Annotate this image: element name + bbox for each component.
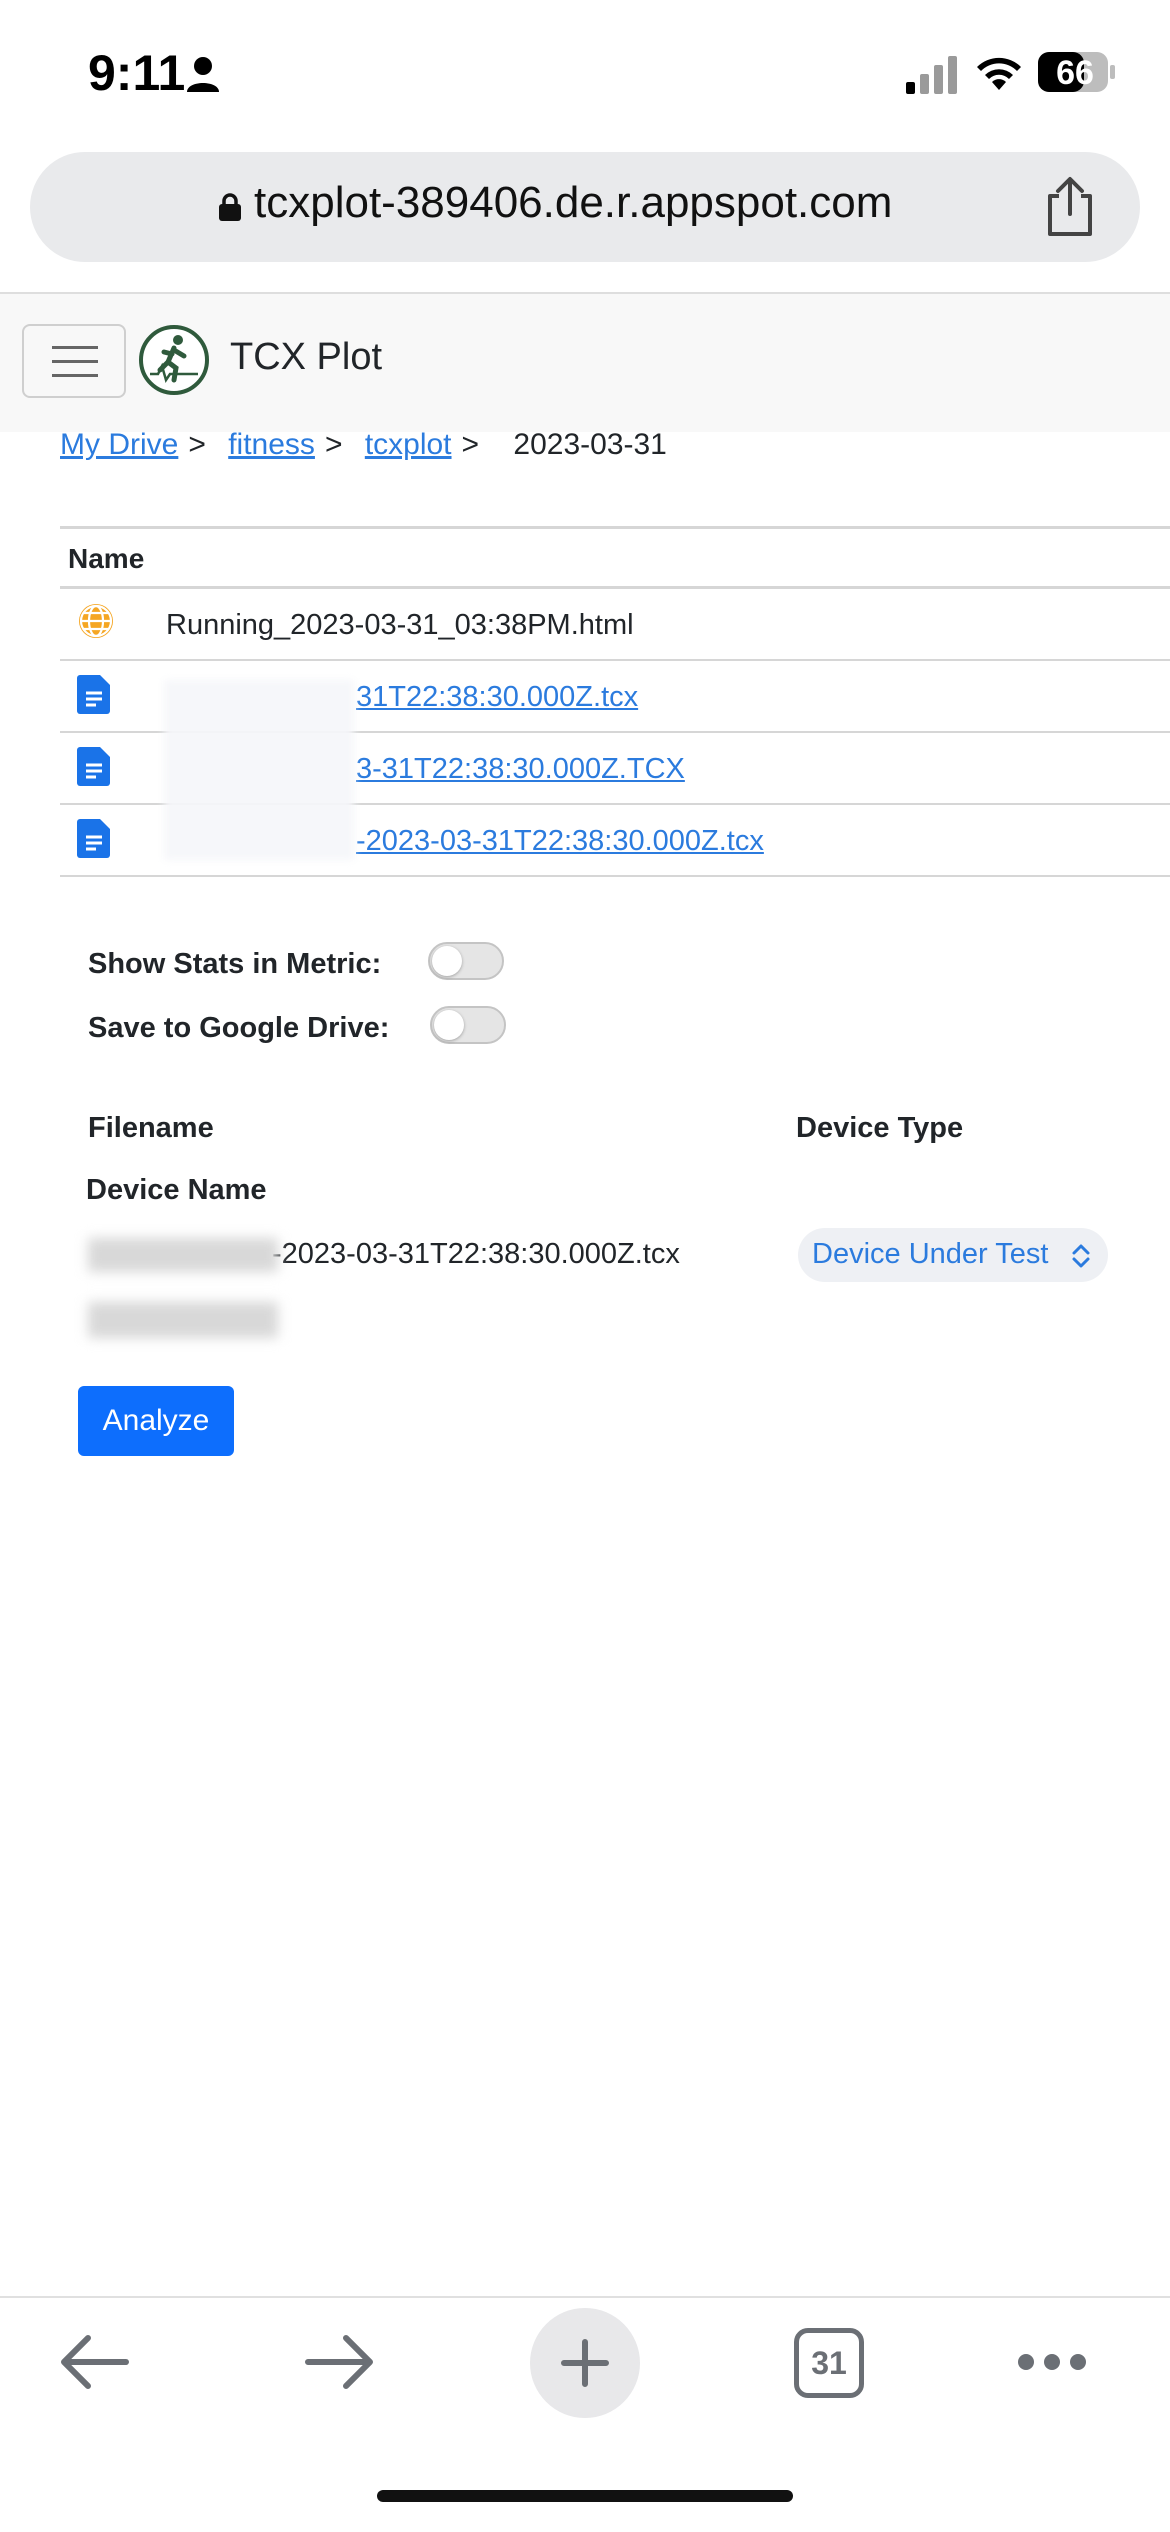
device-name-redacted (88, 1302, 278, 1338)
breadcrumb-separator: > (461, 428, 480, 461)
breadcrumb-separator: > (188, 428, 206, 461)
status-time: 9:11 (88, 45, 186, 101)
metric-label: Show Stats in Metric: (88, 948, 382, 980)
home-indicator (377, 2490, 793, 2502)
chevron-up-down-icon (1072, 1244, 1090, 1268)
document-icon (77, 747, 110, 786)
analyze-button[interactable]: Analyze (78, 1386, 234, 1456)
breadcrumb-current: 2023-03-31 (513, 428, 667, 461)
brand-title[interactable]: TCX Plot (230, 336, 382, 379)
name-column-header: Name (60, 529, 1170, 589)
person-icon (187, 57, 219, 92)
filename-header: Filename (88, 1112, 214, 1144)
globe-icon (79, 604, 113, 638)
document-icon (77, 675, 110, 714)
device-type-header: Device Type (796, 1112, 964, 1144)
metric-toggle[interactable] (428, 942, 504, 980)
cellular-signal-icon (906, 56, 957, 94)
back-arrow-icon[interactable] (58, 2334, 130, 2390)
breadcrumb-my-drive[interactable]: My Drive (60, 428, 178, 461)
status-bar: 9:11 66 (0, 0, 1170, 140)
runner-logo-icon[interactable] (138, 324, 210, 396)
redacted-text (88, 1238, 278, 1273)
breadcrumb-tcxplot[interactable]: tcxplot (365, 428, 452, 461)
file-row[interactable]: Running_2023-03-31_03:38PM.html (60, 589, 1170, 661)
lock-icon (219, 193, 241, 221)
breadcrumb: My Drive > fitness > tcxplot > 2023-03-31 (60, 428, 667, 462)
new-tab-plus-icon[interactable] (560, 2338, 610, 2388)
device-filename: -2023-03-31T22:38:30.000Z.tcx (88, 1238, 680, 1273)
drive-label: Save to Google Drive: (88, 1012, 390, 1044)
wifi-icon (977, 57, 1021, 90)
forward-arrow-icon[interactable] (304, 2334, 376, 2390)
share-icon[interactable] (1042, 176, 1098, 238)
toggle-knob (434, 1010, 464, 1040)
drive-toggle[interactable] (430, 1006, 506, 1044)
hamburger-menu-button[interactable] (22, 324, 126, 398)
breadcrumb-separator: > (324, 428, 343, 461)
toggle-knob (432, 946, 462, 976)
tabs-icon[interactable]: 31 (794, 2328, 864, 2398)
document-icon (77, 819, 110, 858)
device-type-value: Device Under Test (812, 1238, 1049, 1270)
device-type-select[interactable]: Device Under Test (798, 1228, 1108, 1282)
breadcrumb-fitness[interactable]: fitness (228, 428, 315, 461)
more-icon[interactable] (1016, 2350, 1088, 2374)
file-name[interactable]: Running_2023-03-31_03:38PM.html (166, 609, 634, 642)
redacted-region (164, 680, 354, 860)
battery-level: 66 (1056, 54, 1094, 92)
url-text[interactable]: tcxplot-389406.de.r.appspot.com (254, 178, 892, 228)
device-name-header: Device Name (86, 1174, 267, 1206)
